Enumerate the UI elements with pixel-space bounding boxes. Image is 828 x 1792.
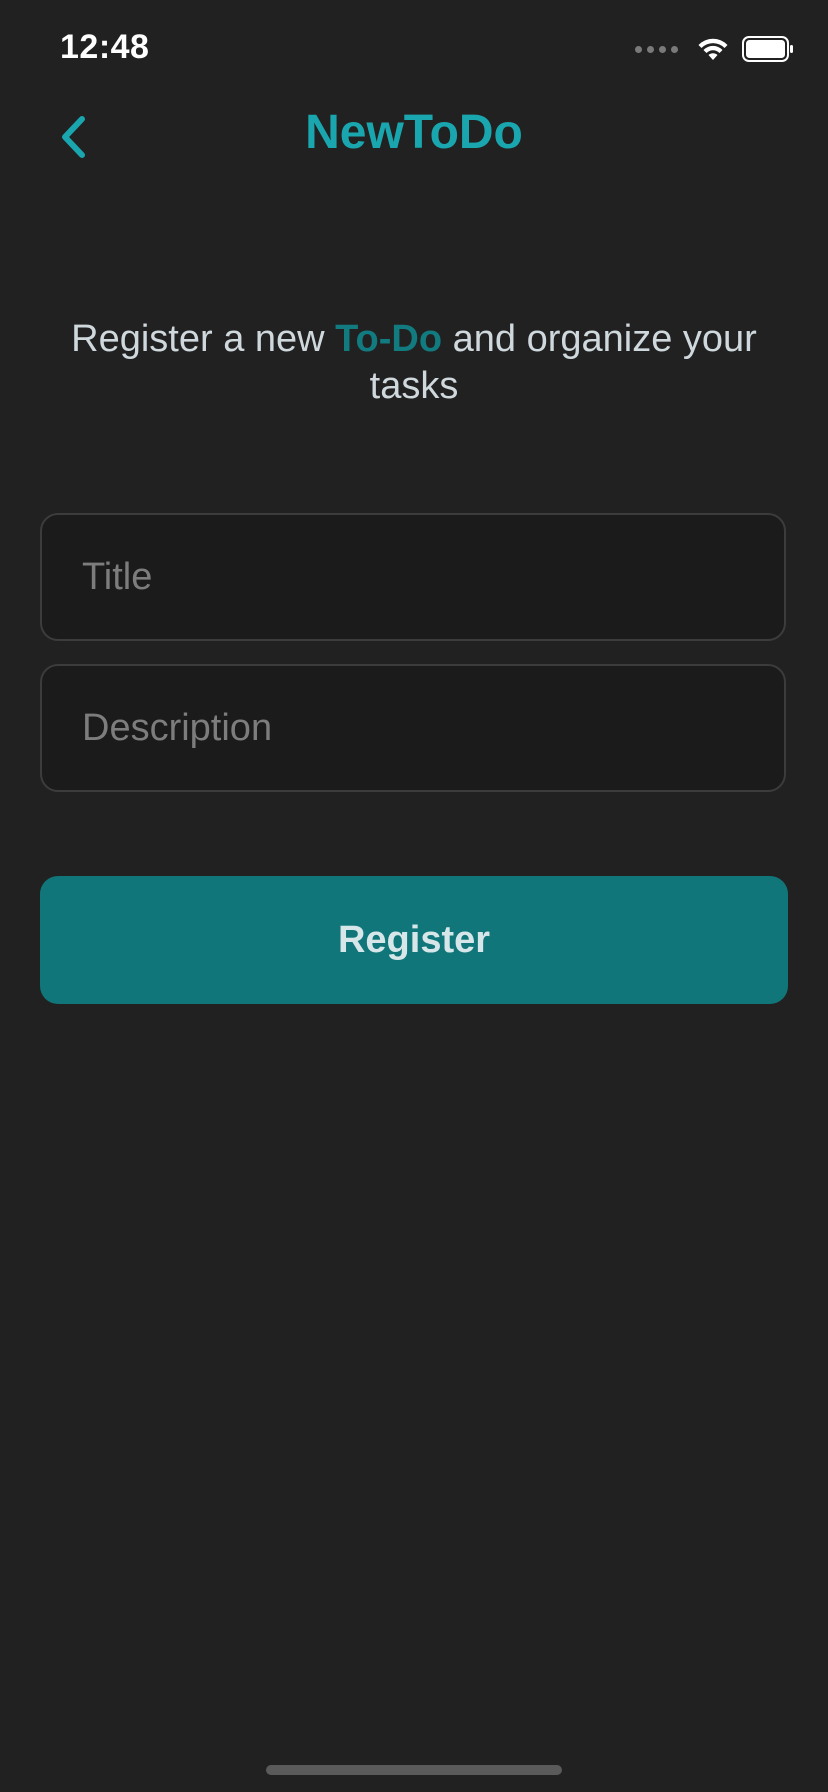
page-title: NewToDo [305,106,523,159]
description-field [40,664,786,792]
title-field [40,513,786,641]
status-bar: 12:48 [0,0,828,100]
nav-bar: NewToDo [0,95,828,175]
intro-prefix: Register a new [71,318,336,360]
status-icons [635,36,794,62]
cellular-signal-icon [635,45,678,53]
intro-highlight: To-Do [335,318,443,360]
title-input[interactable] [42,515,784,639]
wifi-icon [698,38,728,60]
battery-icon [742,36,793,62]
status-time: 12:48 [60,28,150,66]
register-button[interactable]: Register [40,876,788,1004]
intro-text: Register a new To-Do and organize your t… [40,316,788,410]
description-input[interactable] [42,666,784,790]
home-indicator[interactable] [266,1765,562,1775]
